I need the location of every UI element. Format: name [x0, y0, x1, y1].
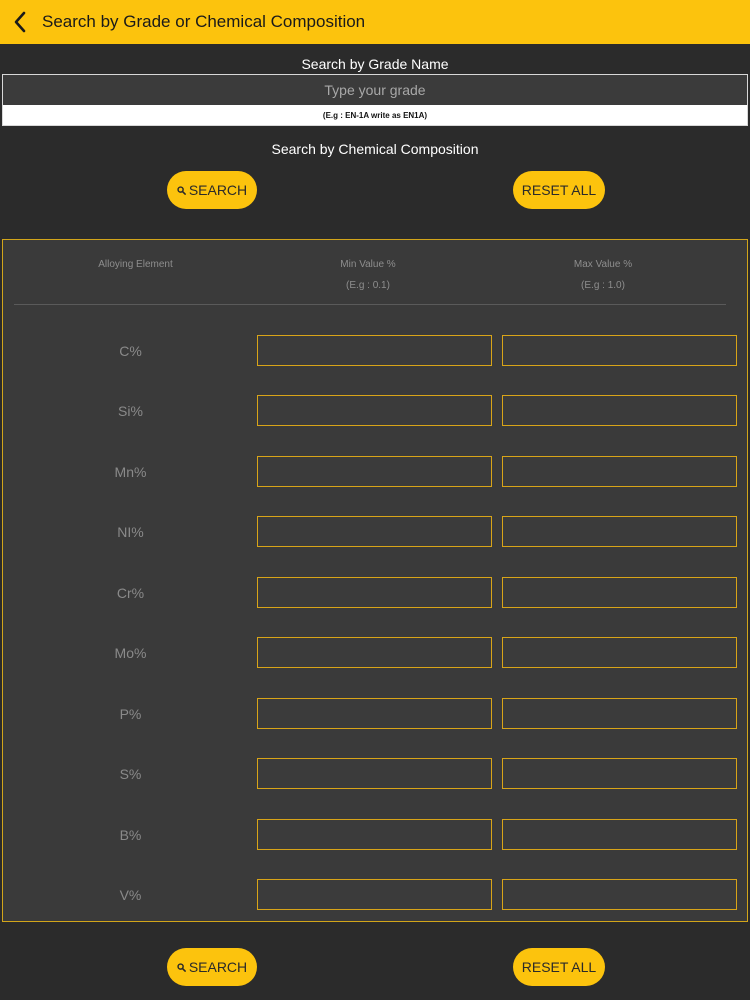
element-label-mn: Mn%: [114, 464, 147, 480]
chemical-search-label: Search by Chemical Composition: [271, 141, 479, 157]
element-label-ni: NI%: [117, 524, 144, 540]
search-icon: [177, 962, 186, 972]
min-input-b[interactable]: [257, 819, 492, 850]
max-input-cr[interactable]: [502, 577, 737, 608]
max-input-v[interactable]: [502, 879, 737, 910]
grade-search-box: (E.g : EN-1A write as EN1A): [2, 74, 748, 126]
search-button-label: SEARCH: [188, 182, 248, 198]
max-input-mo[interactable]: [502, 637, 737, 668]
header-max-example: (E.g : 1.0): [581, 280, 625, 291]
max-input-b[interactable]: [502, 819, 737, 850]
element-label-cr: Cr%: [116, 585, 145, 601]
max-input-si[interactable]: [502, 395, 737, 426]
header-min-example: (E.g : 0.1): [346, 280, 390, 291]
element-label-p: P%: [119, 706, 142, 722]
page-title: Search by Grade or Chemical Composition: [42, 12, 366, 31]
element-label-si: Si%: [118, 403, 143, 419]
search-button-bottom[interactable]: SEARCH: [167, 948, 257, 986]
header-alloying-element: Alloying Element: [98, 259, 173, 270]
header-min-value: Min Value % (E.g : 0.1): [293, 259, 443, 291]
header-max-value: Max Value % (E.g : 1.0): [528, 259, 678, 291]
grade-hint: (E.g : EN-1A write as EN1A): [3, 105, 747, 125]
max-input-mn[interactable]: [502, 456, 737, 487]
max-input-ni[interactable]: [502, 516, 737, 547]
reset-button-label: RESET ALL: [521, 182, 597, 198]
min-input-s[interactable]: [257, 758, 492, 789]
min-input-cr[interactable]: [257, 577, 492, 608]
reset-all-button-bottom[interactable]: RESET ALL: [513, 948, 605, 986]
header-divider: [14, 304, 726, 305]
app-header: Search by Grade or Chemical Composition: [0, 0, 750, 44]
reset-all-button-top[interactable]: RESET ALL: [513, 171, 605, 209]
reset-button-label: RESET ALL: [521, 959, 597, 975]
element-label-s: S%: [119, 766, 142, 782]
search-button-label: SEARCH: [188, 959, 248, 975]
max-input-p[interactable]: [502, 698, 737, 729]
element-label-c: C%: [119, 343, 142, 359]
header-min-label: Min Value %: [340, 259, 396, 270]
min-input-p[interactable]: [257, 698, 492, 729]
element-label-v: V%: [119, 887, 142, 903]
min-input-c[interactable]: [257, 335, 492, 366]
header-max-label: Max Value %: [573, 259, 633, 270]
min-input-ni[interactable]: [257, 516, 492, 547]
min-input-mn[interactable]: [257, 456, 492, 487]
search-icon: [177, 185, 186, 195]
min-input-v[interactable]: [257, 879, 492, 910]
grade-input[interactable]: [3, 75, 747, 105]
max-input-s[interactable]: [502, 758, 737, 789]
search-button-top[interactable]: SEARCH: [167, 171, 257, 209]
grade-search-label: Search by Grade Name: [301, 56, 449, 72]
element-label-mo: Mo%: [114, 645, 147, 661]
element-label-b: B%: [119, 827, 142, 843]
min-input-mo[interactable]: [257, 637, 492, 668]
max-input-c[interactable]: [502, 335, 737, 366]
composition-table: Alloying Element Min Value % (E.g : 0.1)…: [2, 239, 748, 922]
back-chevron-icon[interactable]: [0, 0, 40, 44]
min-input-si[interactable]: [257, 395, 492, 426]
